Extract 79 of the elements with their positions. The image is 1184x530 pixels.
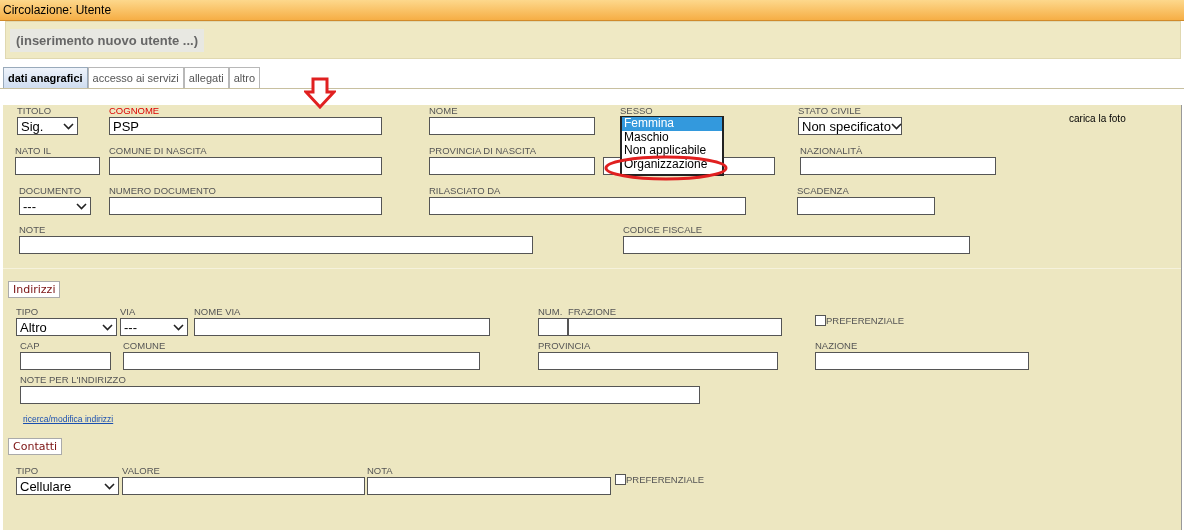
field-label: PROVINCIA DI NASCITA xyxy=(429,145,537,157)
checkbox[interactable] xyxy=(615,474,626,485)
chevron-icon xyxy=(173,323,184,331)
section-legend: Contatti xyxy=(8,438,63,455)
field-label: VIA xyxy=(120,306,137,318)
field-label: TIPO xyxy=(16,306,40,318)
tab[interactable]: dati anagrafici xyxy=(3,67,88,88)
text-field[interactable] xyxy=(623,236,970,254)
field-label: PROVINCIA xyxy=(538,340,592,352)
arrow-annotation xyxy=(304,77,336,109)
photo-upload-text[interactable]: carica la foto xyxy=(1069,105,1126,124)
text-field[interactable] xyxy=(122,477,365,495)
dropdown-option[interactable]: Non applicabile xyxy=(622,144,722,158)
dropdown[interactable]: Sig. xyxy=(17,117,78,135)
field-label: NATO IL xyxy=(15,145,53,157)
field-label: NAZIONE xyxy=(815,340,859,352)
field-label: NOME xyxy=(429,105,459,117)
chevron-icon xyxy=(76,202,87,210)
field-label: COMUNE xyxy=(123,340,167,352)
chevron-icon xyxy=(63,122,74,130)
field-label: STATO CIVILE xyxy=(798,105,862,117)
text-field[interactable] xyxy=(800,157,996,175)
text-field[interactable] xyxy=(109,197,382,215)
field-label: CODICE FISCALE xyxy=(623,224,704,236)
dropdown[interactable]: Non specificato xyxy=(798,117,902,135)
dropdown-list[interactable]: Femmina Maschio Non applicabile Organizzazione xyxy=(620,116,724,176)
tab[interactable]: altro xyxy=(228,67,261,88)
field-label: NOTE PER L'INDIRIZZO xyxy=(20,374,127,386)
chevron-icon xyxy=(104,482,115,490)
checkbox-label: PREFERENZIALE xyxy=(826,315,905,326)
field-label: TIPO xyxy=(16,465,40,477)
checkbox[interactable] xyxy=(815,315,826,326)
text-field[interactable] xyxy=(568,318,782,336)
text-field[interactable]: PSP xyxy=(109,117,382,135)
dropdown[interactable]: --- xyxy=(120,318,188,336)
checkbox-label: PREFERENZIALE xyxy=(626,474,705,485)
dropdown[interactable]: Cellulare xyxy=(16,477,119,495)
text-field[interactable] xyxy=(19,236,533,254)
field-label: NOME VIA xyxy=(194,306,242,318)
text-field[interactable] xyxy=(538,352,778,370)
field-label: CAP xyxy=(20,340,41,352)
field-label: NOTE xyxy=(19,224,47,236)
text-field[interactable] xyxy=(20,352,111,370)
dropdown[interactable]: --- xyxy=(19,197,91,215)
field-label: SCADENZA xyxy=(797,185,850,197)
dropdown[interactable]: Altro xyxy=(16,318,117,336)
dropdown-option[interactable]: Maschio xyxy=(622,130,722,144)
text-field[interactable] xyxy=(109,157,382,175)
text-field[interactable] xyxy=(123,352,480,370)
field-label: VALORE xyxy=(122,465,161,477)
field-label: FRAZIONE xyxy=(568,306,618,318)
chevron-icon xyxy=(890,122,902,130)
field-label: COGNOME xyxy=(109,105,161,117)
text-field[interactable] xyxy=(815,352,1029,370)
text-field[interactable] xyxy=(429,197,746,215)
text-field[interactable] xyxy=(15,157,100,175)
text-field[interactable] xyxy=(20,386,700,404)
address-search-link[interactable]: ricerca/modifica indirizzi xyxy=(23,414,114,424)
chevron-icon xyxy=(102,323,113,331)
tab[interactable]: accesso ai servizi xyxy=(87,67,184,88)
field-label: NUMERO DOCUMENTO xyxy=(109,185,217,197)
text-field[interactable] xyxy=(194,318,490,336)
text-field[interactable] xyxy=(538,318,568,336)
tab[interactable]: allegati xyxy=(183,67,229,88)
field-label: SESSO xyxy=(620,105,654,117)
field-label: TITOLO xyxy=(17,105,53,117)
field-label: NAZIONALITÀ xyxy=(800,145,864,157)
text-field[interactable] xyxy=(367,477,611,495)
field-label: DOCUMENTO xyxy=(19,185,83,197)
field-label: NUM. xyxy=(538,306,564,318)
text-field[interactable] xyxy=(429,157,595,175)
field-label: NOTA xyxy=(367,465,394,477)
section-legend: Indirizzi xyxy=(8,281,61,298)
text-field[interactable] xyxy=(797,197,935,215)
text-field[interactable] xyxy=(429,117,595,135)
mode-label[interactable]: (inserimento nuovo utente ...) xyxy=(10,28,204,52)
window-title: Circolazione: Utente xyxy=(0,0,1184,21)
field-label: RILASCIATO DA xyxy=(429,185,502,197)
field-label: COMUNE DI NASCITA xyxy=(109,145,208,157)
